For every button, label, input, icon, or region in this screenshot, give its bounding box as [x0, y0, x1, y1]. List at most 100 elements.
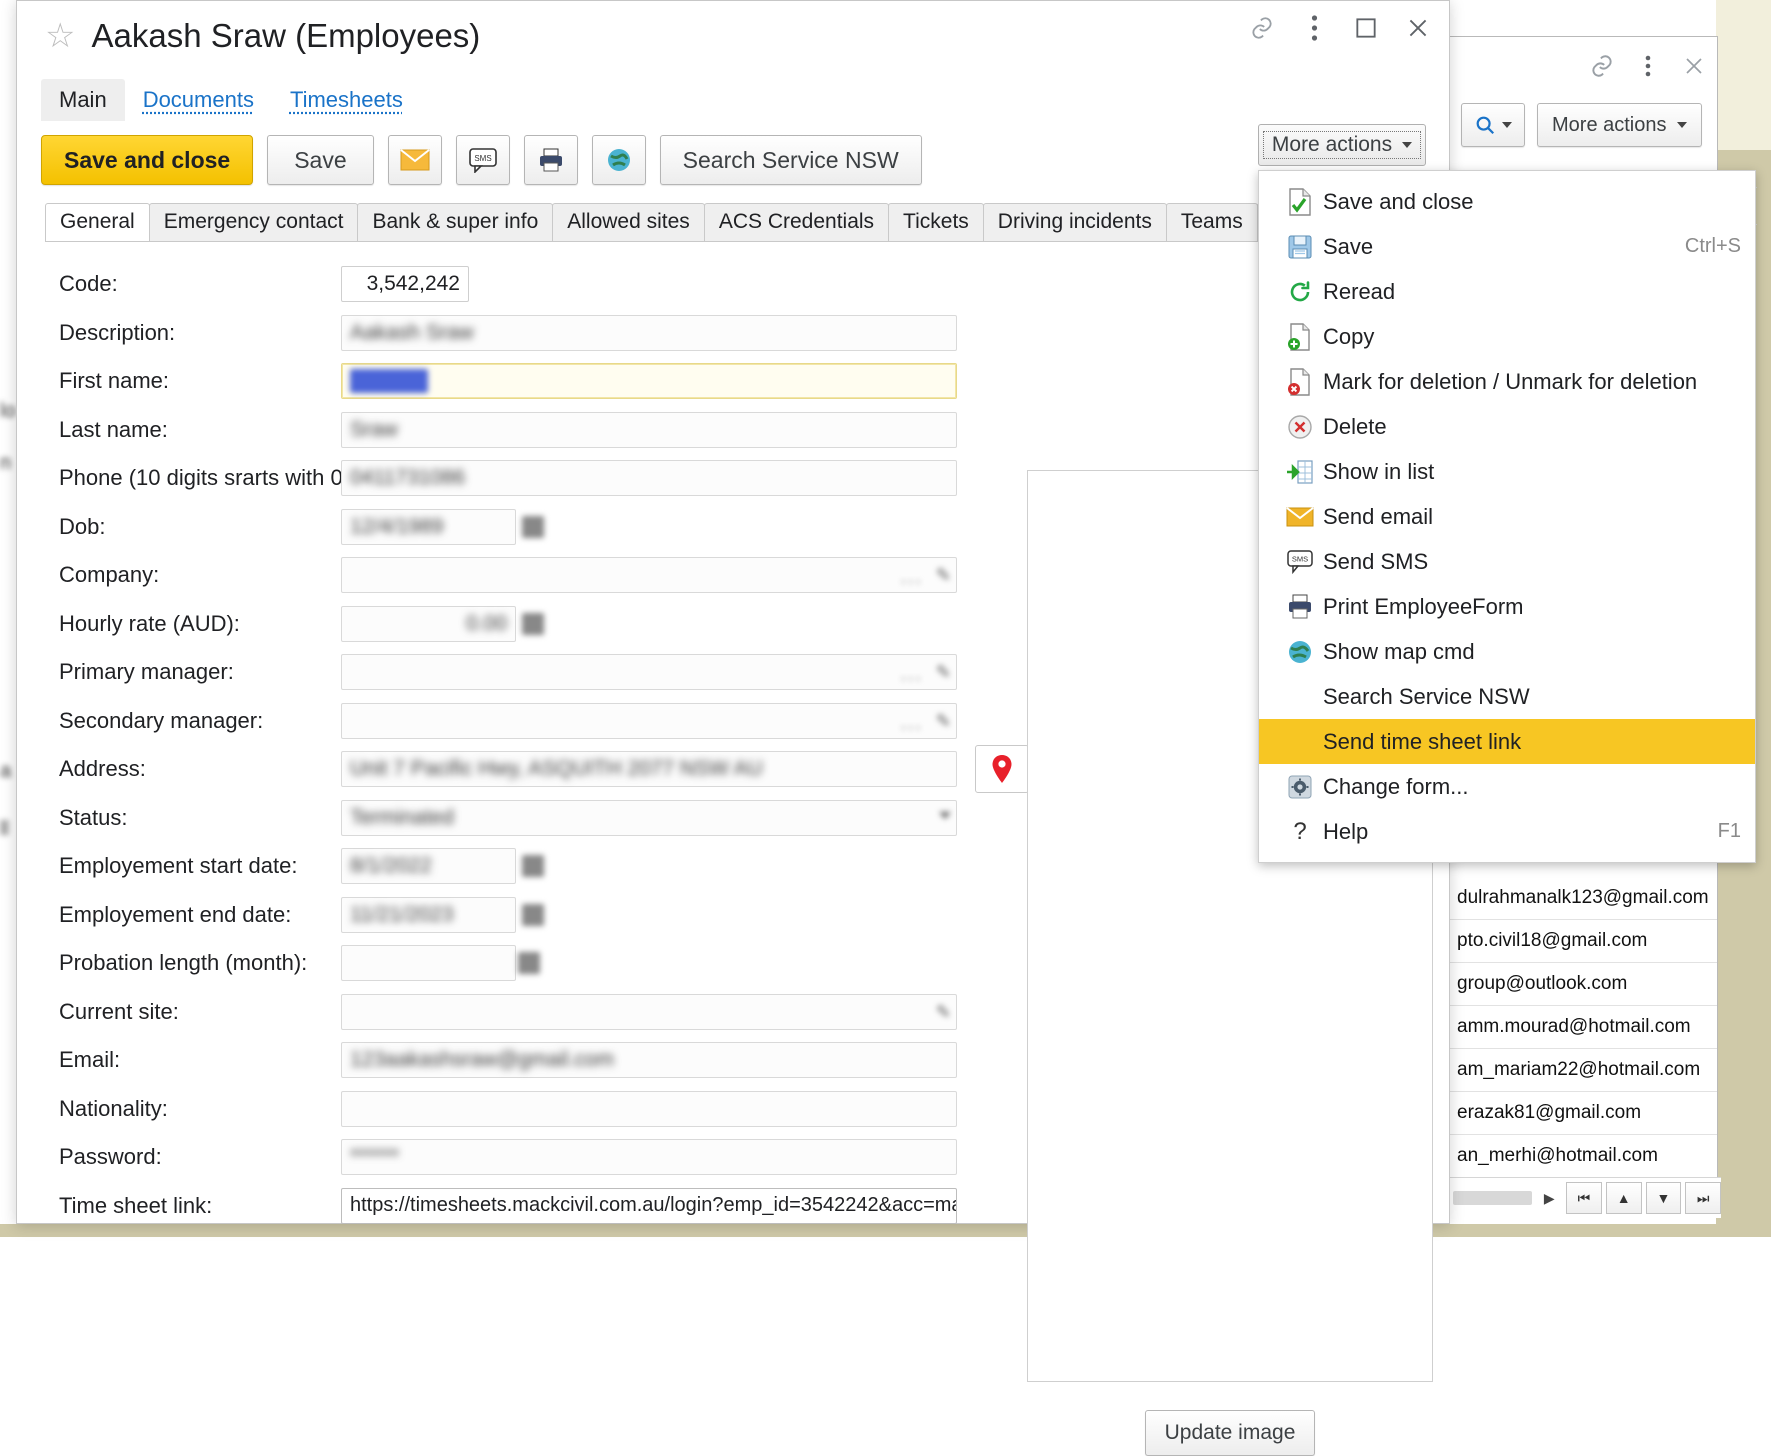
- action-toolbar[interactable]: Save and close Save SMS Search Service N…: [17, 121, 1449, 197]
- employment-start-date-input[interactable]: 8/1/2022: [341, 848, 516, 884]
- list-item[interactable]: pto.civil18@gmail.com: [1449, 920, 1717, 963]
- more-actions-menu[interactable]: Save and close Save Ctrl+S Reread Copy M…: [1258, 170, 1756, 863]
- page-tab-main[interactable]: Main: [41, 79, 125, 121]
- svg-text:SMS: SMS: [474, 154, 491, 163]
- form-tab-bar[interactable]: General Emergency contact Bank & super i…: [45, 203, 1449, 242]
- employment-end-date-input[interactable]: 11/21/2023: [341, 897, 516, 933]
- send-sms-button[interactable]: SMS: [456, 135, 510, 185]
- employee-record-dialog[interactable]: ☆ Aakash Sraw (Employees) Main Documents…: [16, 0, 1450, 1224]
- currency-stepper-icon[interactable]: [522, 613, 544, 635]
- email-input[interactable]: 123aakashsraw@gmail.com: [341, 1042, 957, 1078]
- save-and-close-button[interactable]: Save and close: [41, 135, 253, 185]
- more-vert-icon[interactable]: [1301, 15, 1327, 41]
- page-tab-documents[interactable]: Documents: [125, 79, 272, 121]
- primary-manager-edit-icon[interactable]: ✎: [936, 662, 951, 683]
- page-tab-bar[interactable]: Main Documents Timesheets: [17, 71, 1449, 121]
- menu-item-copy[interactable]: Copy: [1259, 314, 1755, 359]
- tab-emergency-contact[interactable]: Emergency contact: [149, 203, 359, 241]
- menu-item-save[interactable]: Save Ctrl+S: [1259, 224, 1755, 269]
- last-name-input[interactable]: Sraw: [341, 412, 957, 448]
- primary-manager-picker-dots[interactable]: ...: [900, 663, 923, 686]
- number-stepper-icon[interactable]: [518, 952, 540, 974]
- pager-scroll-track[interactable]: [1453, 1191, 1532, 1205]
- list-item[interactable]: group@outlook.com: [1449, 963, 1717, 1006]
- tab-driving-incidents[interactable]: Driving incidents: [983, 203, 1167, 241]
- secondary-manager-picker-dots[interactable]: ...: [900, 712, 923, 735]
- calendar-icon[interactable]: [522, 516, 544, 538]
- map-pin-button[interactable]: [975, 745, 1029, 793]
- menu-item-save-and-close[interactable]: Save and close: [1259, 179, 1755, 224]
- link-icon[interactable]: [1589, 53, 1615, 79]
- list-item[interactable]: dulrahmanalk123@gmail.com: [1449, 877, 1717, 920]
- menu-item-delete[interactable]: Delete: [1259, 404, 1755, 449]
- menu-item-show-in-list[interactable]: Show in list: [1259, 449, 1755, 494]
- primary-manager-input[interactable]: [341, 654, 957, 690]
- print-button[interactable]: [524, 135, 578, 185]
- phone-input[interactable]: 0411731086: [341, 460, 957, 496]
- tab-tickets[interactable]: Tickets: [888, 203, 984, 241]
- menu-item-mark-for-deletion[interactable]: Mark for deletion / Unmark for deletion: [1259, 359, 1755, 404]
- probation-length-input[interactable]: [341, 945, 516, 981]
- show-map-button[interactable]: [592, 135, 646, 185]
- send-email-button[interactable]: [388, 135, 442, 185]
- secondary-manager-input[interactable]: [341, 703, 957, 739]
- company-input[interactable]: [341, 557, 957, 593]
- chevron-down-icon[interactable]: [939, 812, 951, 819]
- status-select[interactable]: Terminated: [341, 800, 957, 836]
- calendar-icon[interactable]: [522, 904, 544, 926]
- nationality-input[interactable]: [341, 1091, 957, 1127]
- tab-allowed-sites[interactable]: Allowed sites: [552, 203, 705, 241]
- tab-teams[interactable]: Teams: [1166, 203, 1258, 241]
- menu-item-help[interactable]: ? Help F1: [1259, 809, 1755, 854]
- pager-next-button[interactable]: ▼: [1646, 1182, 1682, 1214]
- current-site-input[interactable]: [341, 994, 957, 1030]
- menu-item-send-email[interactable]: Send email: [1259, 494, 1755, 539]
- menu-item-reread[interactable]: Reread: [1259, 269, 1755, 314]
- menu-item-change-form[interactable]: Change form...: [1259, 764, 1755, 809]
- list-item[interactable]: an_merhi@hotmail.com: [1449, 1135, 1717, 1178]
- search-service-nsw-button[interactable]: Search Service NSW: [660, 135, 922, 185]
- background-pager[interactable]: ▶ ⏮ ▲ ▼ ⏭: [1449, 1177, 1721, 1218]
- save-button[interactable]: Save: [267, 135, 373, 185]
- tab-acs-credentials[interactable]: ACS Credentials: [704, 203, 889, 241]
- menu-item-send-sms[interactable]: SMS Send SMS: [1259, 539, 1755, 584]
- calendar-icon[interactable]: [522, 855, 544, 877]
- tab-general[interactable]: General: [45, 203, 150, 241]
- background-more-actions-button[interactable]: More actions: [1537, 103, 1702, 147]
- list-item[interactable]: erazak81@gmail.com: [1449, 1092, 1717, 1135]
- menu-item-search-service-nsw[interactable]: Search Service NSW: [1259, 674, 1755, 719]
- close-icon[interactable]: [1681, 53, 1707, 79]
- first-name-input[interactable]: Aakash: [341, 363, 957, 399]
- current-site-edit-icon[interactable]: ✎: [936, 1002, 951, 1023]
- list-item[interactable]: amm.mourad@hotmail.com: [1449, 1006, 1717, 1049]
- page-tab-timesheets[interactable]: Timesheets: [272, 79, 421, 121]
- menu-item-send-time-sheet-link[interactable]: Send time sheet link: [1259, 719, 1755, 764]
- pager-last-button[interactable]: ⏭: [1685, 1182, 1721, 1214]
- maximize-icon[interactable]: [1353, 15, 1379, 41]
- close-icon[interactable]: [1405, 15, 1431, 41]
- menu-item-show-map-cmd[interactable]: Show map cmd: [1259, 629, 1755, 674]
- code-input[interactable]: 3,542,242: [341, 266, 469, 302]
- tab-bank-super-info[interactable]: Bank & super info: [357, 203, 553, 241]
- more-vert-icon[interactable]: [1635, 53, 1661, 79]
- play-icon[interactable]: ▶: [1536, 1190, 1562, 1207]
- background-email-list[interactable]: dulrahmanalk123@gmail.com pto.civil18@gm…: [1449, 877, 1717, 1178]
- pager-prev-button[interactable]: ▲: [1606, 1182, 1642, 1214]
- list-item[interactable]: am_mariam22@hotmail.com: [1449, 1049, 1717, 1092]
- link-icon[interactable]: [1249, 15, 1275, 41]
- password-input[interactable]: ******: [341, 1139, 957, 1175]
- update-image-button[interactable]: Update image: [1145, 1410, 1315, 1456]
- search-dropdown-button[interactable]: [1461, 103, 1525, 147]
- more-actions-button[interactable]: More actions: [1258, 124, 1426, 166]
- time-sheet-link-input[interactable]: https://timesheets.mackcivil.com.au/logi…: [341, 1188, 957, 1224]
- company-edit-icon[interactable]: ✎: [936, 565, 951, 586]
- hourly-rate-input[interactable]: 0.00: [341, 606, 516, 642]
- menu-item-print-employee-form[interactable]: Print EmployeeForm: [1259, 584, 1755, 629]
- secondary-manager-edit-icon[interactable]: ✎: [936, 711, 951, 732]
- pager-first-button[interactable]: ⏮: [1566, 1182, 1602, 1214]
- description-input[interactable]: Aakash Sraw: [341, 315, 957, 351]
- dob-input[interactable]: 12/4/1989: [341, 509, 516, 545]
- star-icon[interactable]: ☆: [45, 16, 75, 56]
- company-picker-dots[interactable]: ...: [900, 566, 923, 589]
- address-input[interactable]: Unit 7 Pacific Hwy, ASQUITH 2077 NSW AU: [341, 751, 957, 787]
